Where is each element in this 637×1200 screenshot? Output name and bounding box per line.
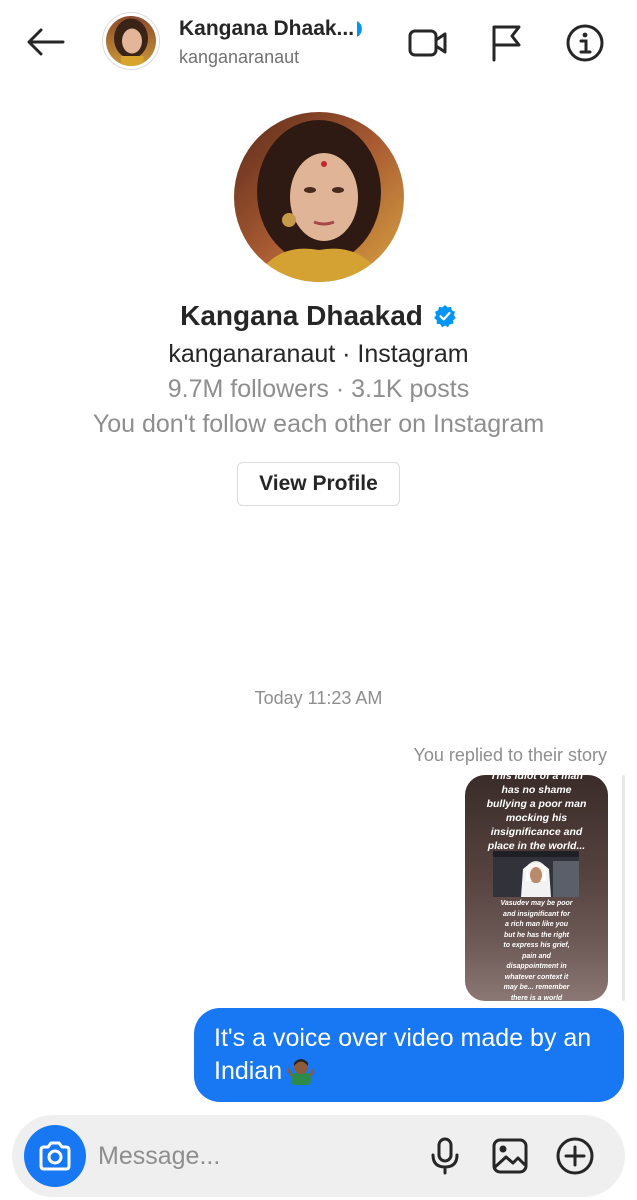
video-call-button[interactable] [407,22,449,64]
message-text: It's a voice over video made by an India… [214,1024,592,1085]
profile-handle: kanganaranaut · Instagram [168,340,469,368]
story-caption-top: This idiot of a man has no shame bullyin… [486,775,587,852]
story-caption-bottom: Vasudev may be poor and insignificant fo… [500,900,573,1001]
info-button[interactable] [564,22,606,64]
header-name-row[interactable]: Kangana Dhaak... [179,17,367,41]
person-shrugging-emoji-icon [286,1057,316,1094]
verified-badge-icon [434,305,456,328]
profile-stats: 9.7M followers · 3.1K posts [167,375,470,403]
report-button[interactable] [486,22,528,64]
header-avatar[interactable] [102,12,160,70]
header-username: kanganaranaut [179,47,300,67]
sent-message-bubble[interactable]: It's a voice over video made by an India… [194,1008,624,1102]
flag-icon [492,25,521,62]
more-options-button[interactable] [554,1135,596,1177]
profile-name-row: Kangana Dhaakad [0,300,637,332]
message-input[interactable] [98,1137,388,1175]
profile-name: Kangana Dhaakad [180,300,423,331]
back-arrow-icon [27,28,65,56]
camera-icon [39,1141,71,1171]
story-reply-note: You replied to their story [413,745,607,765]
message-composer [12,1115,625,1197]
view-profile-button[interactable]: View Profile [237,462,400,506]
gallery-icon [492,1138,528,1174]
chat-header: Kangana Dhaak... kanganaranaut [0,0,637,88]
profile-follow-status: You don't follow each other on Instagram [92,410,545,438]
gallery-button[interactable] [489,1135,531,1177]
video-call-icon [408,29,447,57]
camera-button[interactable] [24,1125,86,1187]
scrollbar[interactable] [622,775,625,1001]
header-name: Kangana Dhaak... [179,17,355,40]
add-icon [556,1137,594,1175]
info-icon [566,24,604,62]
voice-message-button[interactable] [424,1135,466,1177]
story-thumbnail[interactable]: This idiot of a man has no shame bullyin… [465,775,608,1001]
profile-avatar[interactable] [234,112,404,282]
microphone-icon [431,1137,459,1175]
back-button[interactable] [22,22,68,62]
message-timestamp: Today 11:23 AM [254,688,383,708]
story-video-frame [493,851,579,897]
verified-badge-icon [357,21,362,37]
